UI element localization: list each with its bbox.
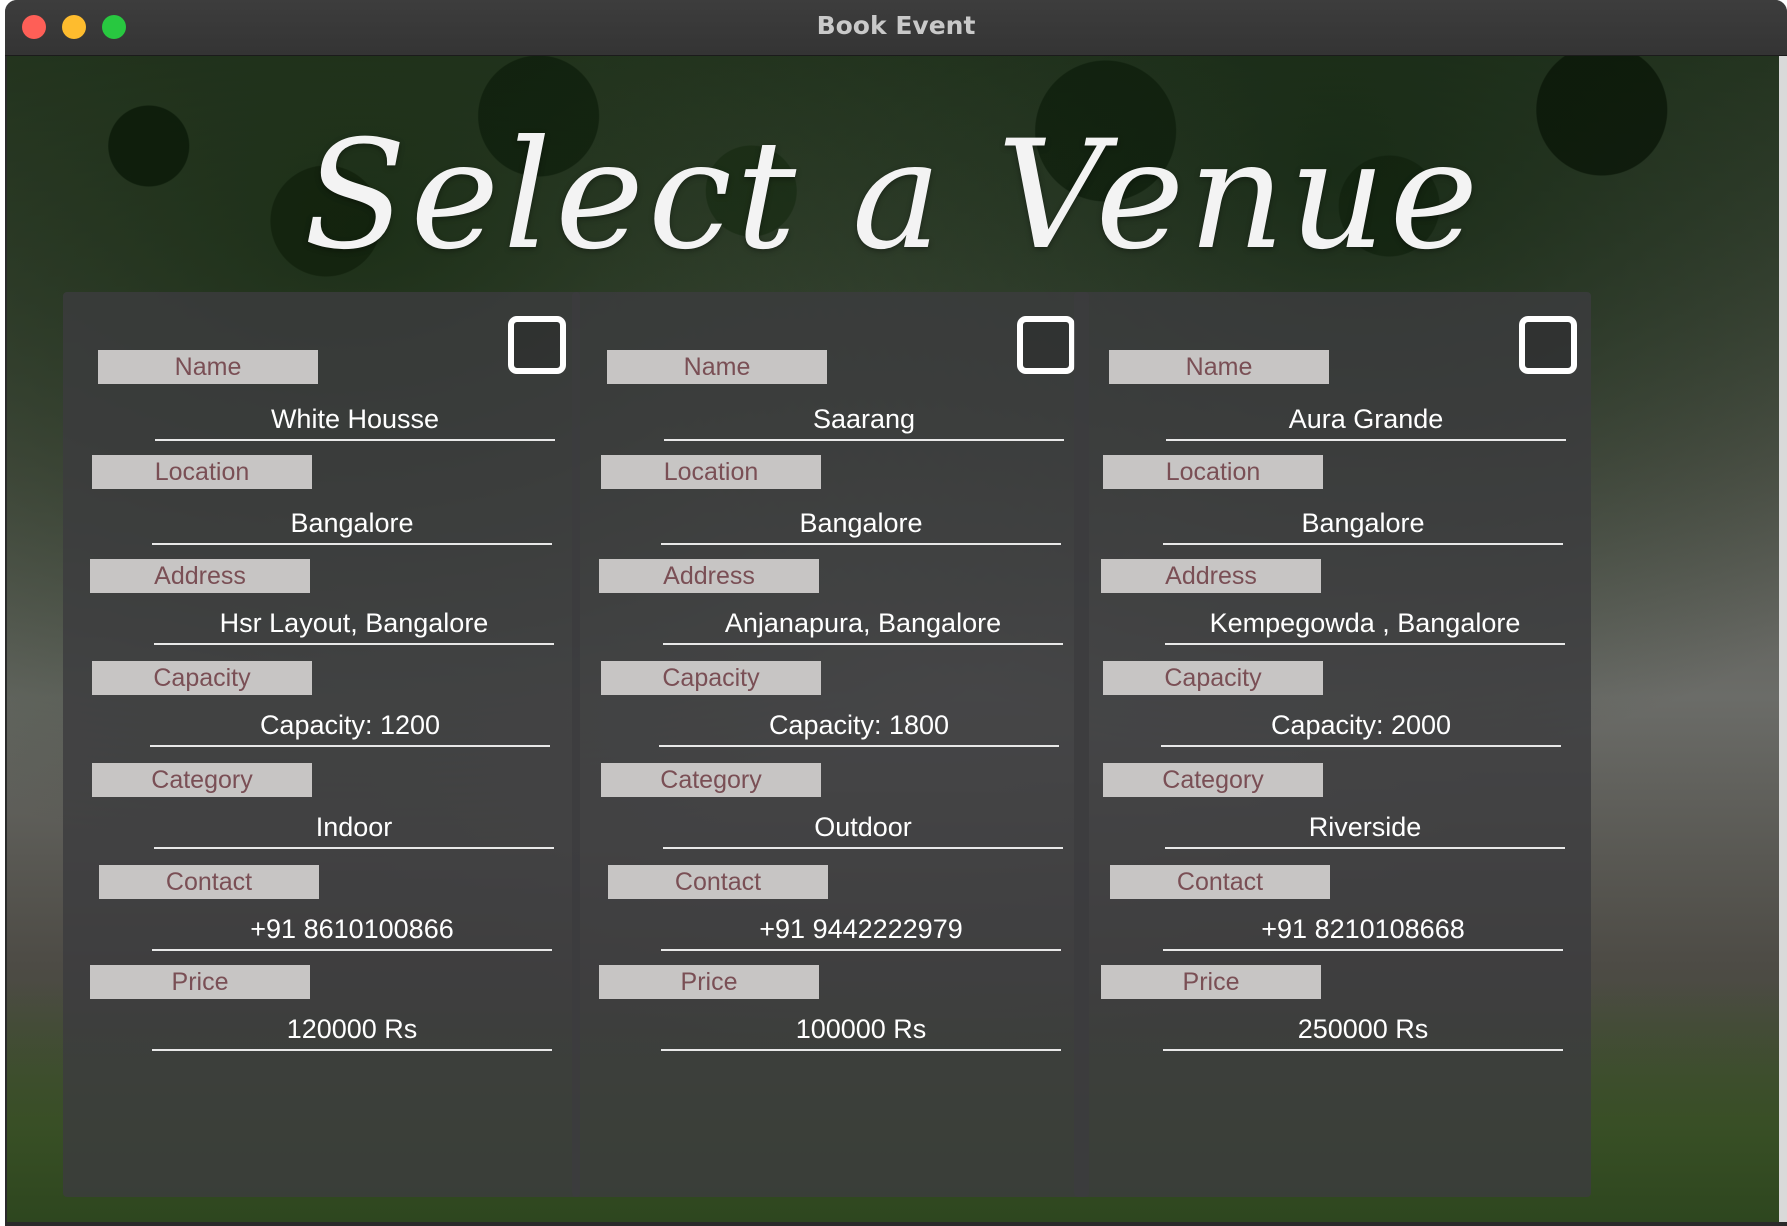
location-label: Location (92, 455, 312, 489)
venue-address-field[interactable]: Anjanapura, Bangalore (663, 603, 1063, 645)
address-label: Address (90, 559, 310, 593)
contact-label: Contact (608, 865, 828, 899)
venue-card: Name White Housse Location Bangalore Add… (63, 292, 580, 1197)
venue-card: Name Aura Grande Location Bangalore Addr… (1074, 292, 1591, 1197)
title-bar: Book Event (5, 0, 1787, 56)
price-label: Price (1101, 965, 1321, 999)
venue-location-field[interactable]: Bangalore (1163, 503, 1563, 545)
venue-name-field[interactable]: White Housse (155, 399, 555, 441)
venue-category-field[interactable]: Outdoor (663, 807, 1063, 849)
venue-contact-field[interactable]: +91 9442222979 (661, 909, 1061, 951)
contact-label: Contact (99, 865, 319, 899)
venue-selection-panel: Select a Venue Name White Housse Locatio… (7, 56, 1779, 1222)
venue-capacity-field[interactable]: Capacity: 1800 (659, 705, 1059, 747)
category-label: Category (601, 763, 821, 797)
venue-price-field[interactable]: 120000 Rs (152, 1009, 552, 1051)
price-label: Price (599, 965, 819, 999)
venue-location-field[interactable]: Bangalore (152, 503, 552, 545)
window-title: Book Event (816, 11, 976, 40)
contact-label: Contact (1110, 865, 1330, 899)
venue-select-checkbox[interactable] (1519, 316, 1577, 374)
category-label: Category (1103, 763, 1323, 797)
address-label: Address (1101, 559, 1321, 593)
venue-capacity-field[interactable]: Capacity: 2000 (1161, 705, 1561, 747)
book-event-window: Book Event Select a Venue Name White Hou… (5, 0, 1787, 1226)
capacity-label: Capacity (601, 661, 821, 695)
scrollbar[interactable] (1779, 56, 1787, 1222)
category-label: Category (92, 763, 312, 797)
venue-select-checkbox[interactable] (1017, 316, 1075, 374)
venue-select-checkbox[interactable] (508, 316, 566, 374)
venue-address-field[interactable]: Kempegowda , Bangalore (1165, 603, 1565, 645)
venue-card: Name Saarang Location Bangalore Address … (572, 292, 1089, 1197)
address-label: Address (599, 559, 819, 593)
venue-address-field[interactable]: Hsr Layout, Bangalore (154, 603, 554, 645)
venue-name-field[interactable]: Saarang (664, 399, 1064, 441)
venue-capacity-field[interactable]: Capacity: 1200 (150, 705, 550, 747)
location-label: Location (1103, 455, 1323, 489)
capacity-label: Capacity (92, 661, 312, 695)
price-label: Price (90, 965, 310, 999)
location-label: Location (601, 455, 821, 489)
venue-category-field[interactable]: Riverside (1165, 807, 1565, 849)
name-label: Name (607, 350, 827, 384)
capacity-label: Capacity (1103, 661, 1323, 695)
name-label: Name (98, 350, 318, 384)
venue-price-field[interactable]: 100000 Rs (661, 1009, 1061, 1051)
venue-contact-field[interactable]: +91 8610100866 (152, 909, 552, 951)
venue-category-field[interactable]: Indoor (154, 807, 554, 849)
page-heading: Select a Venue (303, 109, 1483, 283)
venue-price-field[interactable]: 250000 Rs (1163, 1009, 1563, 1051)
name-label: Name (1109, 350, 1329, 384)
venue-contact-field[interactable]: +91 8210108668 (1163, 909, 1563, 951)
venue-name-field[interactable]: Aura Grande (1166, 399, 1566, 441)
venue-location-field[interactable]: Bangalore (661, 503, 1061, 545)
